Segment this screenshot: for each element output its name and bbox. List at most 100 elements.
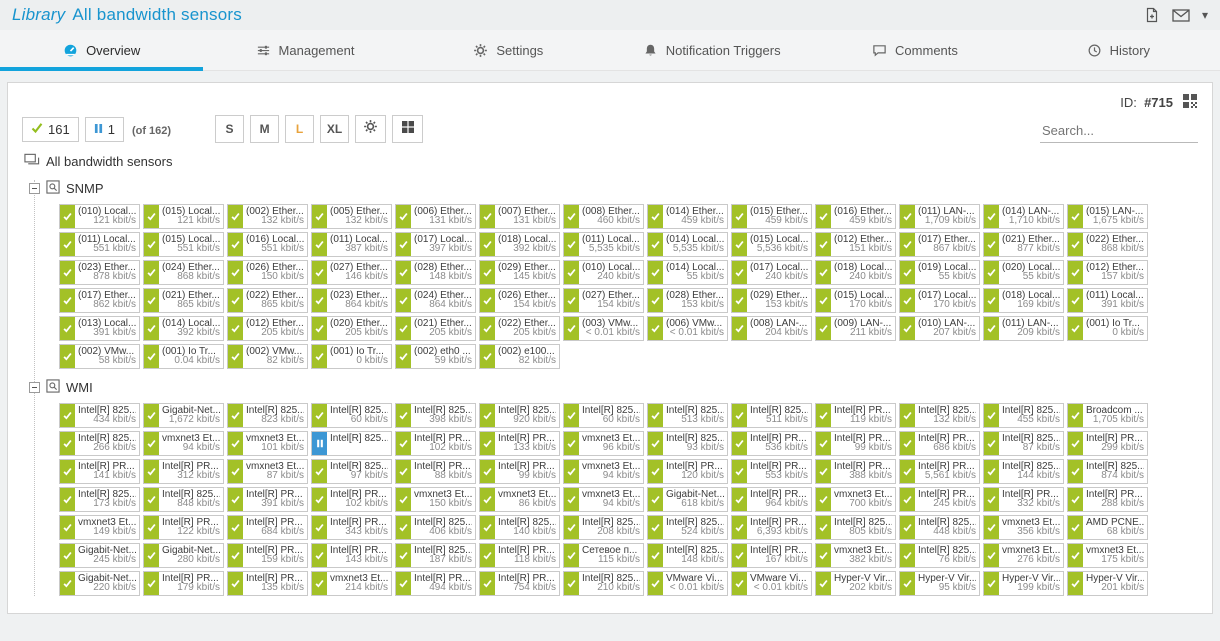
sensor-tile[interactable]: vmxnet3 Et...150 kbit/s	[395, 487, 476, 512]
sensor-tile[interactable]: Intel[R] PR...133 kbit/s	[479, 431, 560, 456]
sensor-tile[interactable]: Intel[R] 825...87 kbit/s	[983, 431, 1064, 456]
sensor-tile[interactable]: (008) LAN-...204 kbit/s	[731, 316, 812, 341]
sensor-tile[interactable]: Gigabit-Net...280 kbit/s	[143, 543, 224, 568]
sensor-tile[interactable]: (002) Ether...132 kbit/s	[227, 204, 308, 229]
sensor-tile[interactable]: Intel[R] PR...332 kbit/s	[983, 487, 1064, 512]
sensor-tile[interactable]: (010) Local...121 kbit/s	[59, 204, 140, 229]
sensor-tile[interactable]: Intel[R] 825...398 kbit/s	[395, 403, 476, 428]
sensor-tile[interactable]: Intel[R] PR...120 kbit/s	[647, 459, 728, 484]
sensor-tile[interactable]: Intel[R] PR...964 kbit/s	[731, 487, 812, 512]
sensor-tile[interactable]: Gigabit-Net...618 kbit/s	[647, 487, 728, 512]
sensor-tile[interactable]: vmxnet3 Et...175 kbit/s	[1067, 543, 1148, 568]
sensor-tile[interactable]: (022) Ether...868 kbit/s	[1067, 232, 1148, 257]
sensor-tile[interactable]: Intel[R] 825...97 kbit/s	[311, 459, 392, 484]
sensor-tile[interactable]: Intel[R] PR...122 kbit/s	[143, 515, 224, 540]
sensor-tile[interactable]: (014) Ether...459 kbit/s	[647, 204, 728, 229]
sensor-tile[interactable]: (011) LAN-...209 kbit/s	[983, 316, 1064, 341]
collapse-expander-icon[interactable]	[29, 382, 40, 393]
sensor-tile[interactable]: (017) Ether...862 kbit/s	[59, 288, 140, 313]
sensor-tile[interactable]: Intel[R] 825...60 kbit/s	[563, 403, 644, 428]
sensor-tile[interactable]: Intel[R] 825...805 kbit/s	[815, 515, 896, 540]
sensor-tile[interactable]: Intel[R] 825...60 kbit/s	[311, 403, 392, 428]
sensor-tile[interactable]: (001) Io Tr...0 kbit/s	[1067, 316, 1148, 341]
sensor-tile[interactable]: Intel[R] 825...524 kbit/s	[647, 515, 728, 540]
sensor-tile[interactable]: (028) Ether...153 kbit/s	[647, 288, 728, 313]
sensor-tile[interactable]: (026) Ether...150 kbit/s	[227, 260, 308, 285]
sensor-tile[interactable]: Intel[R] 825...76 kbit/s	[899, 543, 980, 568]
sensor-tile[interactable]: Intel[R] PR...159 kbit/s	[227, 543, 308, 568]
sensor-tile[interactable]: (002) eth0 ...59 kbit/s	[395, 344, 476, 369]
sensor-tile[interactable]: (017) Local...240 kbit/s	[731, 260, 812, 285]
sensor-tile[interactable]: (014) Local...392 kbit/s	[143, 316, 224, 341]
tree-root-label[interactable]: All bandwidth sensors	[46, 154, 172, 169]
breadcrumb[interactable]: Library	[12, 5, 65, 24]
sensor-tile[interactable]: Intel[R] 825...	[311, 431, 392, 456]
sensor-tile[interactable]: (016) Ether...459 kbit/s	[815, 204, 896, 229]
sensor-tile[interactable]: (015) Local...5,536 kbit/s	[731, 232, 812, 257]
sensor-tile[interactable]: (015) Local...170 kbit/s	[815, 288, 896, 313]
sensor-tile[interactable]: Intel[R] 825...455 kbit/s	[983, 403, 1064, 428]
sensor-tile[interactable]: Gigabit-Net...220 kbit/s	[59, 571, 140, 596]
sensor-tile[interactable]: (024) Ether...864 kbit/s	[395, 288, 476, 313]
sensor-tile[interactable]: (009) LAN-...211 kbit/s	[815, 316, 896, 341]
sensor-tile[interactable]: (003) VMw...< 0.01 kbit/s	[563, 316, 644, 341]
tab-settings[interactable]: Settings	[407, 30, 610, 70]
sensor-tile[interactable]: Intel[R] PR...88 kbit/s	[395, 459, 476, 484]
sensor-tile[interactable]: Intel[R] 825...144 kbit/s	[983, 459, 1064, 484]
new-document-icon[interactable]	[1144, 7, 1160, 23]
sensor-tile[interactable]: Intel[R] PR...684 kbit/s	[227, 515, 308, 540]
grid-view-button[interactable]	[392, 115, 423, 143]
sensor-tile[interactable]: Intel[R] PR...118 kbit/s	[479, 543, 560, 568]
sensor-tile[interactable]: Intel[R] PR...343 kbit/s	[311, 515, 392, 540]
sensor-tile[interactable]: Intel[R] 825...848 kbit/s	[143, 487, 224, 512]
sensor-tile[interactable]: vmxnet3 Et...700 kbit/s	[815, 487, 896, 512]
sensor-tile[interactable]: (007) Ether...131 kbit/s	[479, 204, 560, 229]
sensor-tile[interactable]: (011) Local...5,535 kbit/s	[563, 232, 644, 257]
sensor-tile[interactable]: (021) Ether...865 kbit/s	[143, 288, 224, 313]
sensor-tile[interactable]: Intel[R] 825...513 kbit/s	[647, 403, 728, 428]
sensor-tile[interactable]: Intel[R] 825...208 kbit/s	[563, 515, 644, 540]
sensor-tile[interactable]: (006) Ether...131 kbit/s	[395, 204, 476, 229]
sensor-tile[interactable]: Intel[R] PR...391 kbit/s	[227, 487, 308, 512]
sensor-tile[interactable]: (014) LAN-...1,710 kbit/s	[983, 204, 1064, 229]
sensor-tile[interactable]: (017) Local...397 kbit/s	[395, 232, 476, 257]
sensor-tile[interactable]: Intel[R] PR...288 kbit/s	[1067, 487, 1148, 512]
sensor-tile[interactable]: Hyper-V Vir...199 kbit/s	[983, 571, 1064, 596]
sensor-tile[interactable]: Intel[R] PR...754 kbit/s	[479, 571, 560, 596]
sensor-tile[interactable]: Intel[R] 825...132 kbit/s	[899, 403, 980, 428]
sensor-tile[interactable]: (024) Ether...868 kbit/s	[143, 260, 224, 285]
sensor-tile[interactable]: (001) Io Tr...0 kbit/s	[311, 344, 392, 369]
sensor-tile[interactable]: (023) Ether...864 kbit/s	[311, 288, 392, 313]
sensor-tile[interactable]: (012) Ether...151 kbit/s	[815, 232, 896, 257]
sensor-tile[interactable]: Intel[R] 825...93 kbit/s	[647, 431, 728, 456]
sensor-tile[interactable]: (011) Local...391 kbit/s	[1067, 288, 1148, 313]
size-button-s[interactable]: S	[215, 115, 244, 143]
sensor-tile[interactable]: (020) Local...55 kbit/s	[983, 260, 1064, 285]
sensor-tile[interactable]: Intel[R] PR...99 kbit/s	[479, 459, 560, 484]
sensor-tile[interactable]: (002) e100...82 kbit/s	[479, 344, 560, 369]
sensor-tile[interactable]: (018) Local...392 kbit/s	[479, 232, 560, 257]
sensor-tile[interactable]: Intel[R] 825...140 kbit/s	[479, 515, 560, 540]
sensor-tile[interactable]: (016) Local...551 kbit/s	[227, 232, 308, 257]
sensor-tile[interactable]: Gigabit-Net...245 kbit/s	[59, 543, 140, 568]
tab-notification-triggers[interactable]: Notification Triggers	[610, 30, 813, 70]
collapse-expander-icon[interactable]	[29, 183, 40, 194]
sensor-tile[interactable]: Intel[R] PR...99 kbit/s	[815, 431, 896, 456]
sensor-tile[interactable]: (015) LAN-...1,675 kbit/s	[1067, 204, 1148, 229]
sensor-tile[interactable]: Intel[R] PR...5,561 kbit/s	[899, 459, 980, 484]
sensor-tile[interactable]: (018) Local...240 kbit/s	[815, 260, 896, 285]
sensor-tile[interactable]: (015) Local...551 kbit/s	[143, 232, 224, 257]
size-button-xl[interactable]: XL	[320, 115, 349, 143]
sensor-tile[interactable]: (027) Ether...146 kbit/s	[311, 260, 392, 285]
sensor-tile[interactable]: Intel[R] PR...167 kbit/s	[731, 543, 812, 568]
sensor-tile[interactable]: (020) Ether...205 kbit/s	[311, 316, 392, 341]
sensor-tile[interactable]: (021) Ether...877 kbit/s	[983, 232, 1064, 257]
sensor-tile[interactable]: (015) Local...121 kbit/s	[143, 204, 224, 229]
sensor-tile[interactable]: (006) VMw...< 0.01 kbit/s	[647, 316, 728, 341]
view-settings-button[interactable]	[355, 115, 386, 143]
tab-comments[interactable]: Comments	[813, 30, 1016, 70]
sensor-tile[interactable]: Broadcom ...1,705 kbit/s	[1067, 403, 1148, 428]
sensor-tile[interactable]: (028) Ether...148 kbit/s	[395, 260, 476, 285]
chevron-down-icon[interactable]: ▾	[1202, 9, 1208, 21]
sensor-tile[interactable]: (029) Ether...153 kbit/s	[731, 288, 812, 313]
